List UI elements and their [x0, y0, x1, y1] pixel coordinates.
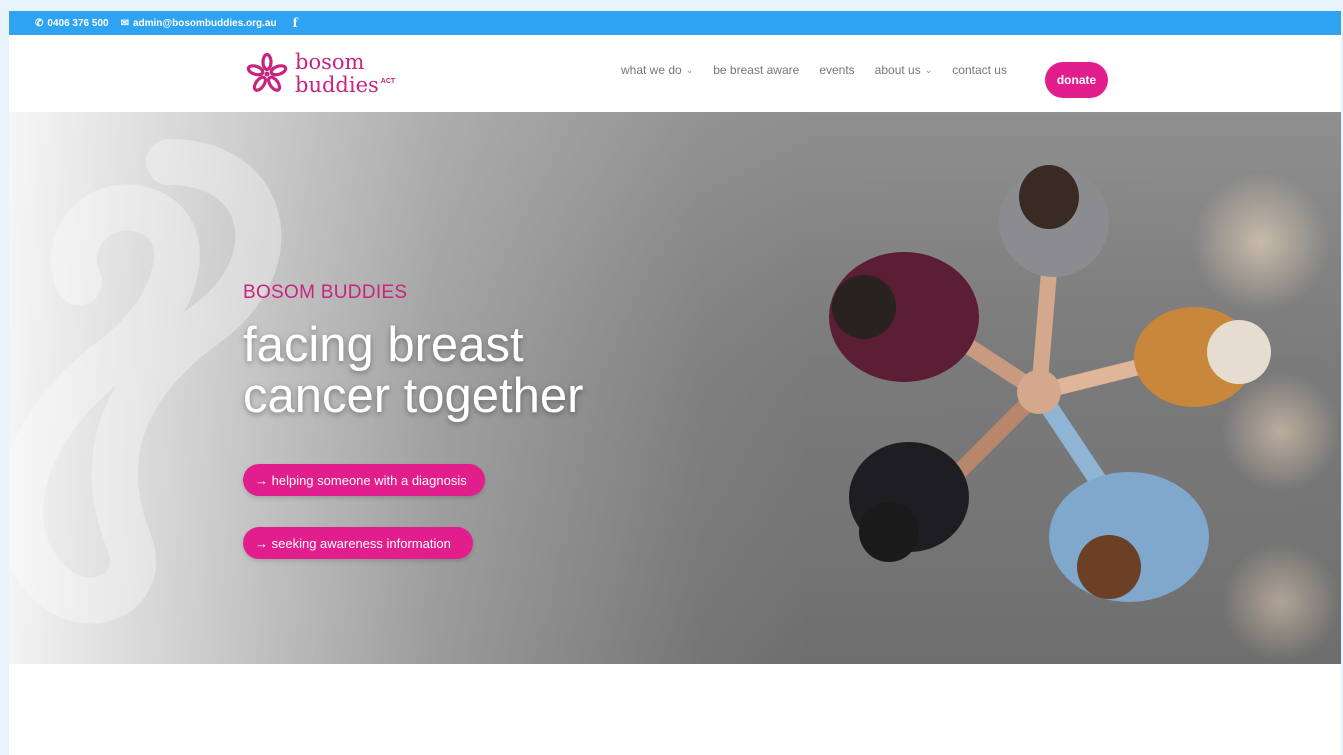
nav-item-label: contact us	[952, 63, 1007, 77]
hero-eyebrow: BOSOM BUDDIES	[243, 282, 408, 303]
nav-item-contact-us[interactable]: contact us	[952, 63, 1007, 77]
top-bar: ✆ 0406 376 500 ✉ admin@bosombuddies.org.…	[9, 11, 1341, 35]
phone-link[interactable]: ✆ 0406 376 500	[35, 18, 109, 29]
page: ✆ 0406 376 500 ✉ admin@bosombuddies.org.…	[9, 11, 1341, 755]
helping-someone-button[interactable]: → helping someone with a diagnosis	[243, 464, 485, 496]
hero-headline-line2: cancer together	[243, 369, 584, 423]
facebook-icon[interactable]: f	[293, 16, 298, 30]
logo-line2-text: buddies	[295, 73, 379, 97]
phone-icon: ✆	[35, 17, 44, 29]
nav-item-events[interactable]: events	[819, 63, 854, 77]
main-nav: what we do ⌄ be breast aware events abou…	[621, 63, 1007, 77]
nav-item-what-we-do[interactable]: what we do ⌄	[621, 63, 693, 77]
hero-headline: facing breast cancer together	[243, 320, 584, 422]
nav-item-be-breast-aware[interactable]: be breast aware	[713, 63, 799, 77]
logo-line1: bosom	[295, 50, 365, 74]
nav-item-label: what we do	[621, 63, 682, 77]
chevron-down-icon: ⌄	[685, 64, 694, 75]
logo-wordmark: bosom buddies ACT	[295, 50, 396, 97]
nav-item-label: about us	[874, 63, 921, 77]
nav-item-about-us[interactable]: about us ⌄	[875, 63, 933, 77]
nav-item-label: events	[819, 63, 855, 77]
nav-item-label: be breast aware	[713, 63, 800, 77]
hero-section: BOSOM BUDDIES facing breast cancer toget…	[9, 112, 1341, 664]
chevron-down-icon: ⌄	[924, 64, 933, 75]
email-link[interactable]: ✉ admin@bosombuddies.org.au	[121, 18, 277, 29]
phone-number: 0406 376 500	[47, 17, 109, 29]
hero-headline-line1: facing breast	[243, 318, 524, 372]
logo-region: ACT	[380, 78, 396, 85]
site-logo[interactable]: bosom buddies ACT	[245, 52, 395, 96]
email-address: admin@bosombuddies.org.au	[132, 17, 277, 29]
awareness-info-button[interactable]: → seeking awareness information	[243, 527, 473, 559]
flower-logo-icon	[246, 52, 288, 92]
logo-line2: buddies ACT	[295, 72, 396, 97]
donate-button[interactable]: donate	[1045, 62, 1108, 98]
site-header: bosom buddies ACT what we do ⌄ be breast …	[9, 35, 1341, 112]
envelope-icon: ✉	[120, 17, 129, 29]
